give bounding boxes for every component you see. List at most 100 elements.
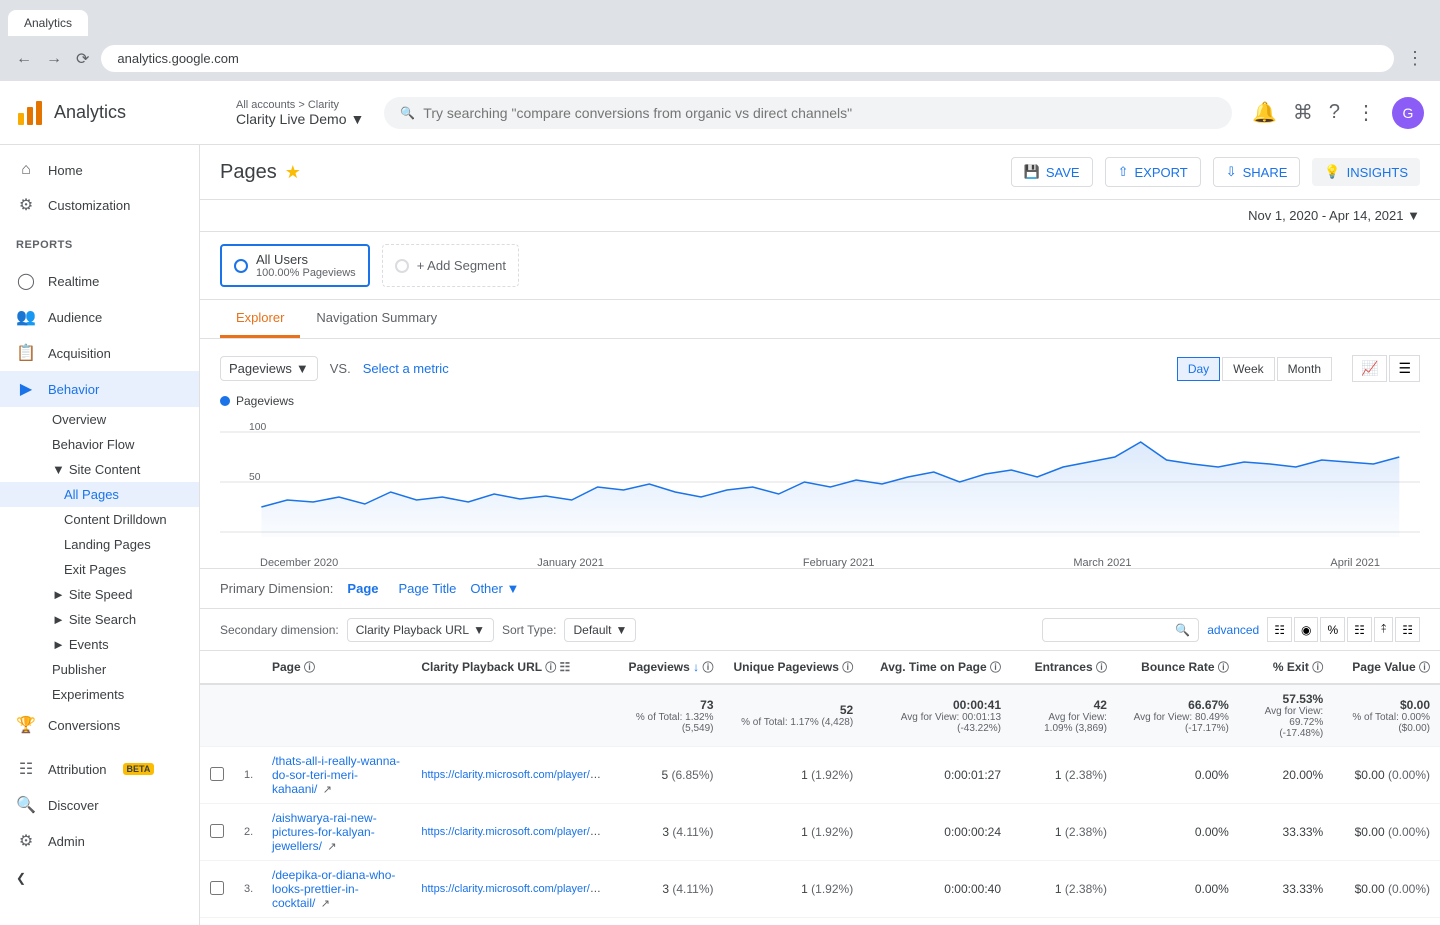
sidebar-item-discover[interactable]: 🔍 Discover [0,787,199,823]
unique-info-icon[interactable]: ⓘ [842,662,853,674]
avg-time-info-icon[interactable]: ⓘ [990,662,1001,674]
account-name[interactable]: Clarity Live Demo ▼ [236,111,364,127]
help-icon[interactable]: ? [1329,101,1340,124]
row-page[interactable]: /deepika-padukone-vogue-magazine-scane-j… [262,918,411,925]
row-playback[interactable]: https://clarity.microsoft.com/player/3s0… [411,804,611,861]
time-btn-month[interactable]: Month [1277,357,1332,381]
bounce-info-icon[interactable]: ⓘ [1218,662,1229,674]
sidebar-subitem-exit-pages[interactable]: Exit Pages [0,557,199,582]
sidebar-subitem-landing-pages[interactable]: Landing Pages [0,532,199,557]
row-playback[interactable]: https://clarity.microsoft.com/player/3s0… [411,861,611,918]
external-link-icon[interactable]: ↗ [327,841,336,853]
row-playback[interactable]: https://clarity.microsoft.com/player/3s0… [411,918,611,925]
table-search-box[interactable]: 🔍 [1042,618,1199,642]
back-button[interactable]: ← [12,45,36,73]
sidebar-item-admin[interactable]: ⚙ Admin [0,823,199,859]
save-button[interactable]: 💾 SAVE [1011,157,1093,187]
sidebar-item-acquisition[interactable]: 📋 Acquisition [0,335,199,371]
row-check[interactable] [200,861,234,918]
sidebar-item-behavior[interactable]: ▶ Behavior [0,371,199,407]
sidebar-subitem-behavior-flow[interactable]: Behavior Flow [0,432,199,457]
clarity-link[interactable]: https://clarity.microsoft.com/player/3s0… [421,769,611,781]
advanced-link[interactable]: advanced [1207,623,1259,637]
search-input[interactable] [423,105,1216,121]
sidebar-subitem-events[interactable]: ► Events [0,632,199,657]
tab-explorer[interactable]: Explorer [220,300,300,338]
page-link[interactable]: /deepika-or-diana-who-looks-prettier-in-… [272,868,395,910]
row-page[interactable]: /aishwarya-rai-new-pictures-for-kalyan-j… [262,804,411,861]
page-link[interactable]: /aishwarya-rai-new-pictures-for-kalyan-j… [272,811,377,853]
segment-chip[interactable]: All Users 100.00% Pageviews [220,244,370,287]
table-percent-btn[interactable]: % [1320,617,1345,642]
dim-page-title-option[interactable]: Page Title [393,579,463,598]
row-check[interactable] [200,918,234,925]
clarity-link[interactable]: https://clarity.microsoft.com/player/3s0… [421,883,611,895]
share-button[interactable]: ⇩ SHARE [1213,157,1301,187]
page-link[interactable]: /thats-all-i-really-wanna-do-sor-teri-me… [272,754,400,796]
col-header-entrances[interactable]: Entrances ⓘ [1011,651,1117,684]
col-header-avg-time[interactable]: Avg. Time on Page ⓘ [863,651,1011,684]
dim-page-option[interactable]: Page [341,579,384,598]
pageviews-metric-select[interactable]: Pageviews ▼ [220,356,318,381]
tab-navigation-summary[interactable]: Navigation Summary [300,300,453,338]
entrances-info-icon[interactable]: ⓘ [1096,662,1107,674]
row-playback[interactable]: https://clarity.microsoft.com/player/3s0… [411,747,611,804]
table-grid-btn[interactable]: ☷ [1267,617,1292,642]
sidebar-subitem-overview[interactable]: Overview [0,407,199,432]
apps-icon[interactable]: ⌘ [1293,100,1313,125]
col-header-unique-pageviews[interactable]: Unique Pageviews ⓘ [724,651,864,684]
table-compare-btn[interactable]: ⤉ [1374,617,1393,642]
external-link-icon[interactable]: ↗ [323,784,332,796]
table-search-input[interactable] [1051,623,1171,637]
line-chart-button[interactable]: 📈 [1352,355,1387,382]
notifications-icon[interactable]: 🔔 [1252,100,1277,125]
insights-button[interactable]: 💡 INSIGHTS [1312,158,1420,186]
sidebar-item-conversions[interactable]: 🏆 Conversions [0,707,199,743]
table-pivot-btn[interactable]: ☷ [1395,617,1420,642]
table-pie-btn[interactable]: ◉ [1294,617,1318,642]
row-page[interactable]: /thats-all-i-really-wanna-do-sor-teri-me… [262,747,411,804]
bar-chart-button[interactable]: ☰ [1389,355,1420,382]
date-range-bar[interactable]: Nov 1, 2020 - Apr 14, 2021 ▼ [200,200,1440,232]
col-header-page[interactable]: Page ⓘ [262,651,411,684]
page-info-icon[interactable]: ⓘ [304,662,315,674]
sidebar-subitem-site-search[interactable]: ► Site Search [0,607,199,632]
sidebar-item-customization[interactable]: ⚙ Customization [0,187,199,223]
col-header-playback[interactable]: Clarity Playback URL ⓘ ☷ [411,651,611,684]
col-header-pageviews[interactable]: Pageviews ↓ ⓘ [611,651,723,684]
time-btn-day[interactable]: Day [1177,357,1220,381]
active-tab[interactable]: Analytics [8,10,88,36]
pageviews-info-icon[interactable]: ⓘ [703,662,714,674]
reload-button[interactable]: ⟳ [72,45,93,73]
sidebar-item-realtime[interactable]: ◯ Realtime [0,263,199,299]
address-bar[interactable] [101,45,1394,72]
avatar[interactable]: G [1392,97,1424,129]
sidebar-item-audience[interactable]: 👥 Audience [0,299,199,335]
sidebar-subitem-publisher[interactable]: Publisher [0,657,199,682]
browser-menu-icon[interactable]: ⋮ [1402,44,1428,73]
playback-info-icon[interactable]: ⓘ [545,662,556,674]
account-selector[interactable]: All accounts > Clarity Clarity Live Demo… [236,99,364,127]
row-checkbox-2[interactable] [210,881,224,895]
col-header-bounce-rate[interactable]: Bounce Rate ⓘ [1117,651,1239,684]
sidebar-subitem-all-pages[interactable]: All Pages [0,482,199,507]
select-metric-button[interactable]: Select a metric [363,361,449,376]
table-filter-btn[interactable]: ☷ [1347,617,1372,642]
sidebar-item-home[interactable]: ⌂ Home [0,153,199,187]
time-btn-week[interactable]: Week [1222,357,1274,381]
row-check[interactable] [200,804,234,861]
sidebar-subitem-experiments[interactable]: Experiments [0,682,199,707]
export-button[interactable]: ⇧ EXPORT [1105,157,1201,187]
dim-other-option[interactable]: Other ▼ [470,581,519,596]
exit-info-icon[interactable]: ⓘ [1312,662,1323,674]
col-header-page-value[interactable]: Page Value ⓘ [1333,651,1440,684]
sort-type-select[interactable]: Default ▼ [564,618,636,642]
settings-icon[interactable]: ⋮ [1356,100,1376,125]
page-value-info-icon[interactable]: ⓘ [1419,662,1430,674]
row-check[interactable] [200,747,234,804]
secondary-dim-select[interactable]: Clarity Playback URL ▼ [347,618,494,642]
sidebar-subitem-content-drilldown[interactable]: Content Drilldown [0,507,199,532]
sidebar-item-attribution[interactable]: ☷ Attribution BETA [0,751,199,787]
row-page[interactable]: /deepika-or-diana-who-looks-prettier-in-… [262,861,411,918]
col-header-pct-exit[interactable]: % Exit ⓘ [1239,651,1333,684]
